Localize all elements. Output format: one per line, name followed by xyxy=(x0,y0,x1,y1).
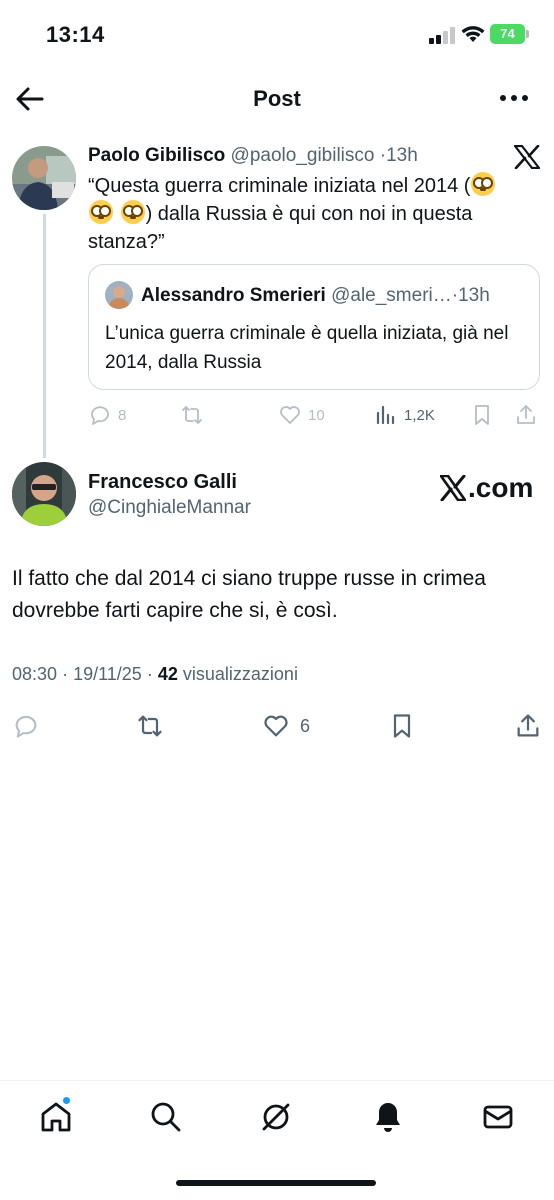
watermark-text: .com xyxy=(468,472,534,503)
status-bar: 13:14 74 xyxy=(0,0,554,70)
post-date: 19/11/25 xyxy=(73,664,142,684)
repost-icon xyxy=(182,406,202,424)
share-button[interactable] xyxy=(514,400,538,430)
quoted-avatar[interactable] xyxy=(105,281,133,309)
bell-icon xyxy=(376,1103,400,1132)
bookmark-icon xyxy=(393,714,411,738)
author-handle[interactable]: @paolo_gibilisco xyxy=(231,145,375,166)
repost-icon xyxy=(138,715,162,737)
nav-notifications[interactable] xyxy=(370,1099,406,1135)
x-logo-icon xyxy=(514,145,540,169)
post-actions: 6 xyxy=(12,710,542,742)
like-button[interactable]: 10 xyxy=(278,400,325,430)
post-time: 08:30 xyxy=(12,664,58,684)
post-time: 13h xyxy=(386,145,418,166)
nav-grok[interactable] xyxy=(258,1099,294,1135)
views-button[interactable]: 1,2K xyxy=(374,400,435,430)
quoted-post-text: L’unica guerra criminale è quella inizia… xyxy=(105,323,509,373)
separator-dot: · xyxy=(62,664,69,684)
bookmark-button[interactable] xyxy=(388,710,416,742)
x-com-watermark: .com xyxy=(440,472,533,504)
grok-icon xyxy=(262,1103,290,1131)
quoted-author-name: Alessandro Smerieri xyxy=(141,285,326,306)
avatar-photo xyxy=(12,462,76,526)
quoted-post-card[interactable]: Alessandro Smerieri @ale_smeri…·13h L’un… xyxy=(88,264,540,390)
thread-line xyxy=(43,214,46,458)
search-icon xyxy=(151,1102,181,1132)
home-indicator[interactable] xyxy=(176,1180,376,1186)
quoted-post-header: Alessandro Smerieri @ale_smeri…·13h xyxy=(141,285,490,307)
author-name[interactable]: Francesco Galli xyxy=(88,471,237,494)
x-logo-icon xyxy=(440,475,466,501)
reply-button[interactable] xyxy=(12,710,40,742)
author-handle[interactable]: @CinghialeMannar xyxy=(88,497,251,519)
share-icon xyxy=(517,714,539,737)
post-meta: 08:30 · 19/11/25 · 42 visualizzazioni xyxy=(12,664,298,685)
post-text: Il fatto che dal 2014 ci siano truppe ru… xyxy=(12,567,486,622)
bookmark-icon xyxy=(475,405,489,425)
more-options-icon[interactable] xyxy=(496,86,532,110)
share-button[interactable] xyxy=(514,710,542,742)
views-count: 42 xyxy=(157,664,178,684)
flushed-face-emoji xyxy=(89,200,113,224)
reply-icon xyxy=(15,715,37,738)
parent-post-header: Paolo Gibilisco @paolo_gibilisco ·13h xyxy=(88,145,418,167)
views-chart-icon xyxy=(376,405,395,425)
avatar[interactable] xyxy=(12,462,76,526)
parent-post-text: “Questa guerra criminale iniziata nel 20… xyxy=(88,172,538,256)
reply-icon xyxy=(91,406,109,425)
avatar[interactable] xyxy=(12,146,76,210)
author-name[interactable]: Paolo Gibilisco xyxy=(88,145,225,166)
flushed-face-emoji xyxy=(471,172,496,196)
quoted-post-time: 13h xyxy=(458,285,490,306)
nav-search[interactable] xyxy=(148,1099,184,1135)
parent-post-actions: 8 10 1,2K xyxy=(88,400,540,430)
reply-count: 8 xyxy=(118,406,127,424)
heart-icon xyxy=(280,406,300,424)
cellular-signal-icon xyxy=(429,27,455,44)
flushed-face-emoji xyxy=(120,200,145,224)
quoted-author-handle: @ale_smeri… xyxy=(331,285,452,306)
wifi-icon xyxy=(461,26,485,42)
bookmark-button[interactable] xyxy=(470,400,494,430)
page-title: Post xyxy=(253,86,301,111)
reply-button[interactable]: 8 xyxy=(88,400,126,430)
share-icon xyxy=(517,405,535,424)
battery-indicator: 74 xyxy=(490,24,530,44)
nav-messages[interactable] xyxy=(480,1099,516,1135)
like-button[interactable]: 6 xyxy=(262,710,310,742)
notification-dot xyxy=(62,1096,71,1105)
mail-icon xyxy=(483,1105,513,1129)
like-count: 10 xyxy=(308,406,325,424)
views-count: 1,2K xyxy=(404,406,435,424)
quoted-avatar-photo xyxy=(105,281,133,309)
status-time: 13:14 xyxy=(46,22,105,47)
repost-button[interactable] xyxy=(180,400,204,430)
heart-icon xyxy=(264,715,288,737)
separator-dot: · xyxy=(146,664,153,684)
like-count: 6 xyxy=(300,715,311,736)
repost-button[interactable] xyxy=(136,710,164,742)
views-label: visualizzazioni xyxy=(182,664,298,684)
avatar-photo xyxy=(12,146,76,210)
battery-level: 74 xyxy=(500,26,515,41)
top-bar: Post xyxy=(0,76,554,122)
nav-home[interactable] xyxy=(38,1096,74,1135)
